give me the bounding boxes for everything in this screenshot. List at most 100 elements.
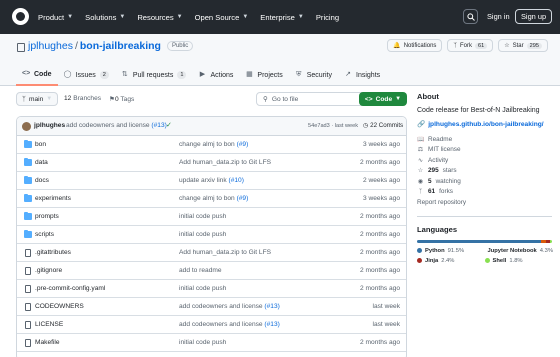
file-commit-pr-link[interactable]: (#13): [264, 321, 279, 328]
tab-issues[interactable]: ◯ Issues 2: [58, 64, 115, 86]
file-name-link[interactable]: scripts: [35, 231, 54, 238]
tags-link[interactable]: ⚑0 Tags: [109, 95, 134, 103]
language-item[interactable]: Jinja 2.4%: [417, 258, 485, 264]
file-commit-message[interactable]: Add human_data.zip to Git LFS: [179, 159, 271, 166]
file-commit-message[interactable]: Add human_data.zip to Git LFS: [179, 249, 271, 256]
commits-link[interactable]: ◷ 22 Commits: [363, 122, 403, 129]
issue-icon: ◯: [63, 71, 72, 78]
repo-icon: [17, 43, 25, 52]
branch-selector[interactable]: ᛉ main ▼: [16, 92, 59, 106]
about-heading: About: [417, 92, 439, 101]
file-commit-message[interactable]: initial code push: [179, 231, 226, 238]
tab-actions[interactable]: ▶ Actions: [192, 64, 239, 86]
file-name-link[interactable]: Makefile: [35, 339, 60, 346]
language-item[interactable]: Jupyter Notebook 4.3%: [485, 248, 554, 254]
file-commit-message[interactable]: change almj to bon (#9): [179, 141, 248, 148]
nav-label: Pricing: [315, 12, 340, 22]
chevron-down-icon: ▼: [297, 14, 304, 20]
file-commit-time: 2 months ago: [360, 213, 400, 220]
repo-name-link[interactable]: bon-jailbreaking: [80, 40, 161, 52]
tab-security[interactable]: ⛨ Security: [289, 64, 338, 86]
file-commit-message[interactable]: add to readme: [179, 267, 222, 274]
file-name-link[interactable]: .gitignore: [35, 267, 62, 274]
tab-pull-requests[interactable]: ⇅ Pull requests 1: [115, 64, 193, 86]
file-commit-text: update arxiv link: [179, 177, 227, 184]
nav-pricing[interactable]: Pricing: [316, 13, 339, 22]
commit-message[interactable]: add codeowners and license (#13): [66, 122, 167, 129]
nav-product[interactable]: Product ▼: [38, 13, 73, 22]
language-item[interactable]: Shell 1.8%: [484, 257, 553, 264]
commit-pr-link[interactable]: (#13): [151, 122, 166, 129]
code-button[interactable]: <> Code ▼: [359, 92, 407, 106]
file-commit-text: add codeowners and license: [179, 303, 263, 310]
file-commit-message[interactable]: initial code push: [179, 285, 226, 292]
about-item-readme[interactable]: 📖 Readme: [417, 134, 552, 145]
file-commit-time: 2 months ago: [360, 285, 400, 292]
file-name-link[interactable]: experiments: [35, 195, 71, 202]
file-list: bon change almj to bon (#9) 3 weeks ago dat…: [17, 136, 406, 352]
nav-label: Enterprise: [260, 12, 295, 22]
file-name-link[interactable]: docs: [35, 177, 49, 184]
tab-insights[interactable]: ↗ Insights: [338, 64, 386, 86]
file-commit-message[interactable]: update arxiv link (#10): [179, 177, 244, 184]
repo-owner-link[interactable]: jplhughes: [28, 40, 73, 52]
notifications-button[interactable]: 🔔 Notifications: [387, 39, 443, 52]
language-name: Shell: [492, 257, 507, 264]
nav-resources[interactable]: Resources ▼: [137, 13, 182, 22]
file-name-link[interactable]: .gitattributes: [35, 249, 71, 256]
homepage-link[interactable]: 🔗 jplhughes.github.io/bon-jailbreaking/: [417, 120, 552, 129]
file-name-link[interactable]: data: [35, 159, 48, 166]
commit-author[interactable]: jplhughes: [34, 122, 65, 129]
commit-message-text: add codeowners and license: [66, 122, 150, 129]
file-commit-time: 2 months ago: [360, 267, 400, 274]
file-commit-pr-link[interactable]: (#13): [264, 303, 279, 310]
file-row: docs update arxiv link (#10) 2 weeks ago: [17, 172, 406, 190]
file-commit-message[interactable]: change almj to bon (#9): [179, 195, 248, 202]
branches-link[interactable]: 12 Branches: [64, 95, 101, 103]
about-item-watching[interactable]: ◉ 5 watching: [417, 176, 552, 187]
language-item[interactable]: Python 91.5%: [417, 248, 485, 254]
language-bar-segment: [417, 239, 541, 243]
fork-button[interactable]: ᛉ Fork 61: [447, 39, 494, 52]
file-commit-message[interactable]: initial code push: [179, 339, 226, 346]
file-commit-pr-link[interactable]: (#9): [237, 195, 249, 202]
file-commit-pr-link[interactable]: (#9): [237, 141, 249, 148]
about-item-stars[interactable]: ☆ 295 stars: [417, 166, 552, 177]
repo-tabs: <> Code ◯ Issues 2 ⇅ Pull requests 1 ▶ Actions…: [16, 64, 386, 86]
nav-open-source[interactable]: Open Source ▼: [195, 13, 249, 22]
tab-projects[interactable]: ▦ Projects: [239, 64, 288, 86]
nav-enterprise[interactable]: Enterprise ▼: [260, 13, 304, 22]
tab-code[interactable]: <> Code: [16, 64, 58, 86]
sign-up-button[interactable]: Sign up: [515, 9, 553, 24]
sign-in-link[interactable]: Sign in: [487, 12, 510, 21]
file-name-link[interactable]: .pre-commit-config.yaml: [35, 285, 105, 292]
report-repository-link[interactable]: Report repository: [417, 197, 552, 208]
go-to-file-input[interactable]: ⚲ Go to file: [256, 92, 366, 106]
folder-icon: [24, 140, 32, 148]
file-name-link[interactable]: bon: [35, 141, 46, 148]
file-commit-time: 2 months ago: [360, 159, 400, 166]
github-logo-icon[interactable]: [12, 8, 29, 25]
homepage-url: jplhughes.github.io/bon-jailbreaking/: [428, 120, 544, 128]
commit-hash-time[interactable]: 54e7ad3 · last week: [308, 123, 358, 129]
about-item-forks[interactable]: ᛉ 61 forks: [417, 187, 552, 198]
avatar[interactable]: [22, 122, 31, 131]
about-item-mit-license[interactable]: ⚖ MIT license: [417, 145, 552, 156]
repo-title: jplhughes / bon-jailbreaking Public: [28, 40, 194, 52]
file-commit-message[interactable]: initial code push: [179, 213, 226, 220]
about-item-activity[interactable]: ∿ Activity: [417, 155, 552, 166]
global-header: Product ▼ Solutions ▼ Resources ▼ Open Sour…: [0, 0, 560, 34]
file-name-link[interactable]: prompts: [35, 213, 59, 220]
code-icon: <>: [22, 70, 31, 77]
file-commit-message[interactable]: add codeowners and license (#13): [179, 321, 280, 328]
file-commit-time: 3 weeks ago: [362, 195, 400, 202]
file-name-link[interactable]: CODEOWNERS: [35, 303, 84, 310]
search-button[interactable]: [463, 9, 478, 24]
nav-solutions[interactable]: Solutions ▼: [85, 13, 125, 22]
star-button[interactable]: ☆ Star 295: [498, 39, 548, 52]
file-commit-message[interactable]: add codeowners and license (#13): [179, 303, 280, 310]
file-name-link[interactable]: LICENSE: [35, 321, 63, 328]
file-commit-pr-link[interactable]: (#10): [229, 177, 244, 184]
chevron-down-icon: ▼: [176, 14, 183, 20]
check-icon[interactable]: ✓: [166, 121, 172, 129]
